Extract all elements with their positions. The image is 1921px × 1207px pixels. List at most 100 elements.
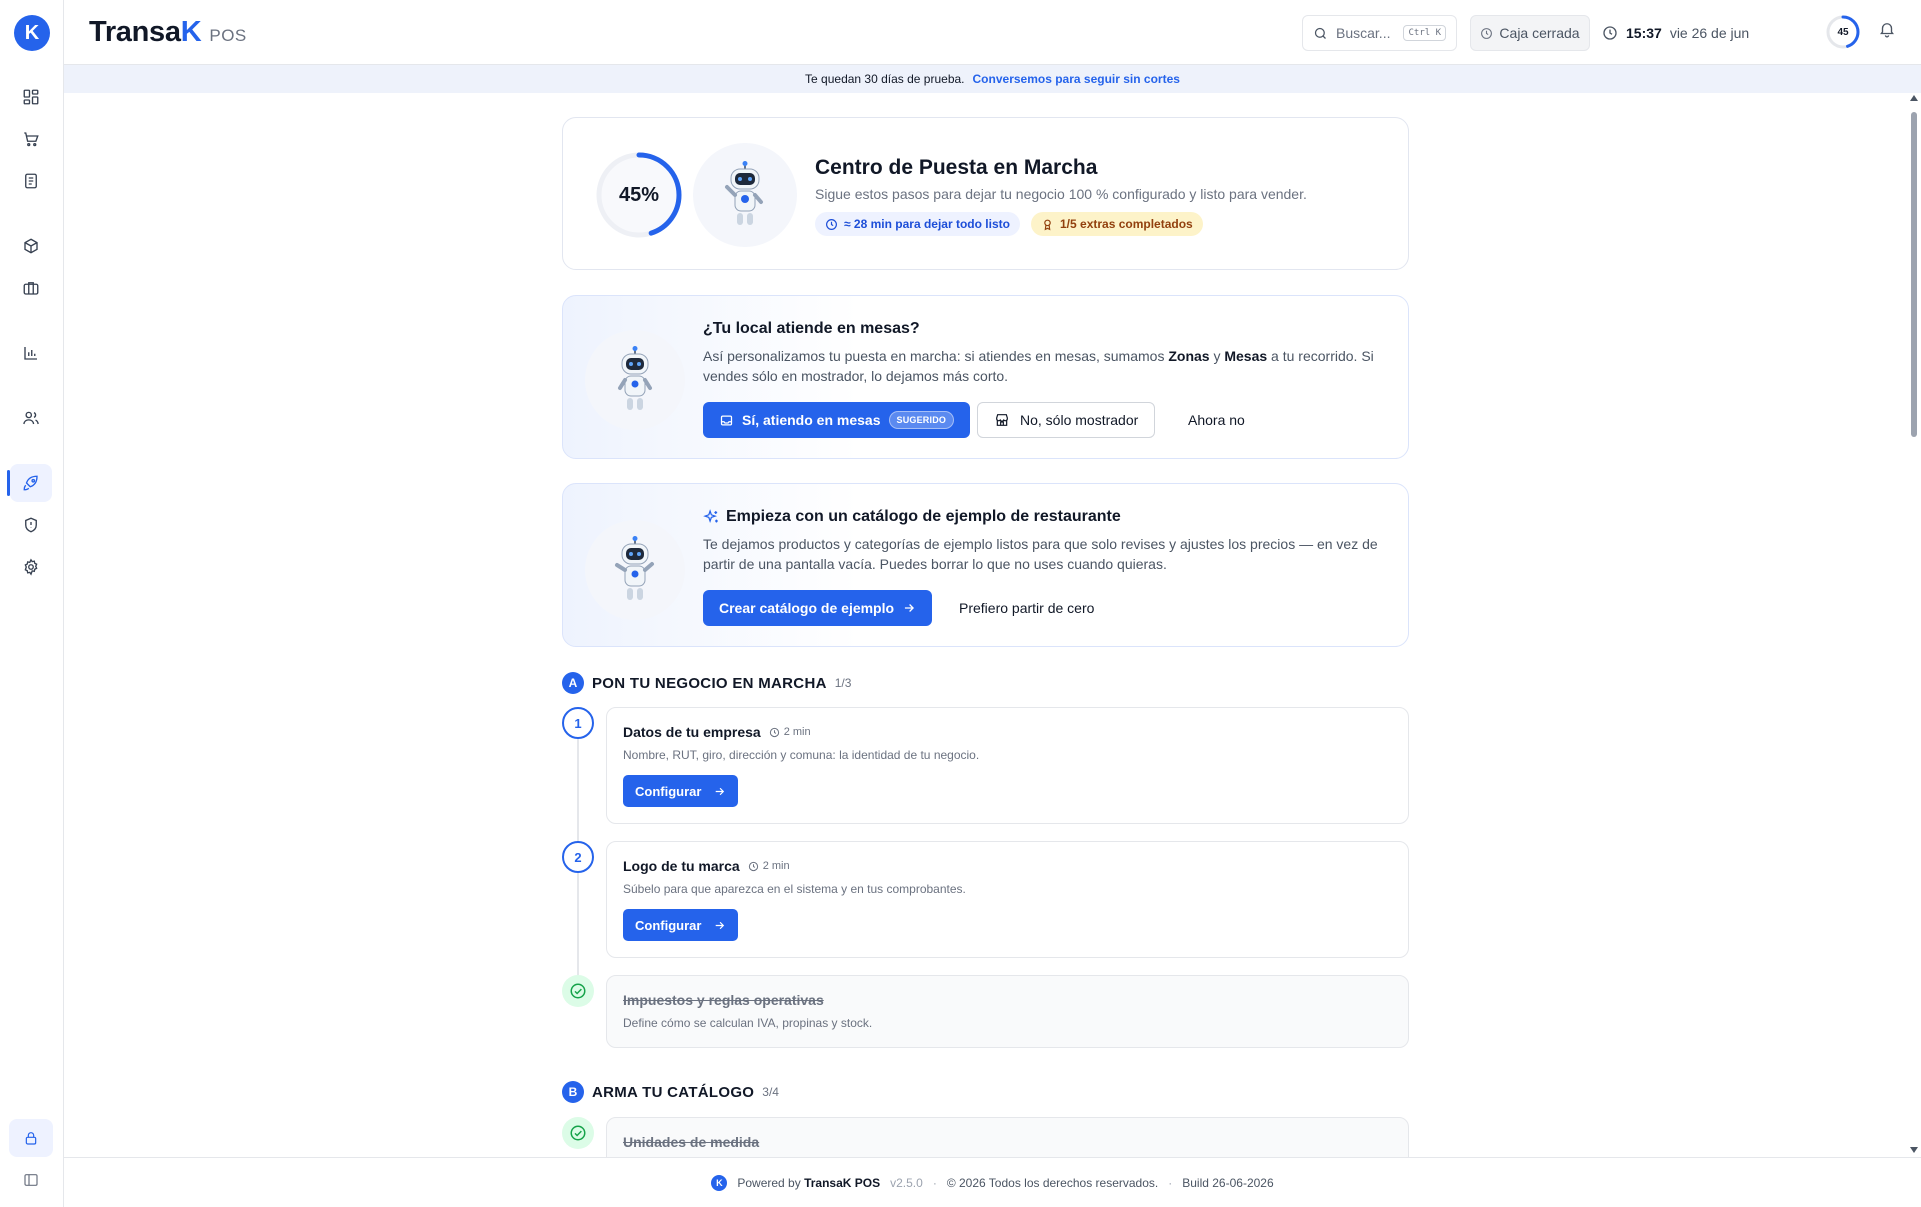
step-title: Impuestos y reglas operativas — [623, 992, 824, 1008]
tray-icon — [719, 413, 734, 428]
main-scrollbar[interactable] — [1907, 93, 1921, 1157]
section-b-count: 3/4 — [762, 1085, 779, 1099]
footer: K Powered by TransaK POS v2.5.0 · © 2026… — [64, 1157, 1921, 1207]
scroll-thumb[interactable] — [1911, 112, 1917, 437]
extras-label: 1/5 extras completados — [1060, 217, 1193, 231]
clock: 15:37 vie 26 de jun — [1602, 15, 1749, 51]
section-a-count: 1/3 — [834, 676, 852, 690]
clock-icon — [748, 861, 759, 872]
hero-subtitle: Sigue estos pasos para dejar tu negocio … — [815, 186, 1307, 202]
time-estimate-label: ≈ 28 min para dejar todo listo — [844, 217, 1010, 231]
step-description: Nombre, RUT, giro, dirección y comuna: l… — [623, 748, 980, 762]
trial-contact-link[interactable]: Conversemos para seguir sin cortes — [973, 72, 1180, 86]
sparkles-icon — [703, 508, 720, 526]
hero-title: Centro de Puesta en Marcha — [815, 156, 1098, 179]
sidebar-item-products[interactable] — [10, 227, 52, 265]
notifications-button[interactable] — [1878, 20, 1896, 38]
robot-icon — [618, 346, 652, 410]
robot-icon — [725, 161, 763, 225]
box-icon — [22, 237, 40, 255]
chart-icon — [22, 344, 40, 362]
topbar: TransaK POS Buscar... Ctrl K Caja cerrad… — [64, 0, 1921, 65]
brand-name: TransaK — [89, 16, 202, 48]
suggested-badge: SUGERIDO — [888, 411, 955, 429]
lock-button[interactable] — [9, 1119, 53, 1157]
extras-badge: 1/5 extras completados — [1031, 212, 1203, 236]
footer-separator: · — [932, 1175, 937, 1190]
step-duration: 2 min — [769, 726, 811, 738]
not-now-button[interactable]: Ahora no — [1180, 402, 1253, 438]
register-status-button[interactable]: Caja cerrada — [1470, 15, 1590, 51]
brand[interactable]: TransaK POS — [89, 16, 247, 49]
check-circle-icon — [569, 1124, 587, 1142]
sidebar-toggle-icon — [23, 1172, 39, 1188]
app-logo[interactable]: K — [14, 15, 50, 51]
step-taxes[interactable]: Impuestos y reglas operativas Define cóm… — [606, 975, 1409, 1048]
configure-logo-button[interactable]: Configurar — [623, 909, 739, 941]
arrow-right-icon — [713, 785, 726, 798]
step-done-taxes — [562, 975, 594, 1007]
start-from-scratch-button[interactable]: Prefiero partir de cero — [951, 590, 1102, 626]
clock-icon — [1602, 25, 1618, 41]
footer-powered: Powered by TransaK POS — [737, 1175, 881, 1190]
lock-icon — [23, 1130, 39, 1146]
section-a-title: PON TU NEGOCIO EN MARCHA — [592, 674, 827, 692]
setup-progress-ring[interactable]: 45 — [1825, 14, 1861, 50]
circle-clock-icon — [1480, 27, 1493, 40]
footer-build: Build 26-06-2026 — [1182, 1175, 1274, 1190]
step-title-row: Impuestos y reglas operativas — [623, 992, 824, 1008]
section-a-header: A PON TU NEGOCIO EN MARCHA 1/3 — [562, 672, 851, 694]
hero-progress-ring: 45% — [593, 149, 685, 241]
sidebar-item-users[interactable] — [10, 399, 52, 437]
search-input[interactable]: Buscar... Ctrl K — [1302, 15, 1457, 51]
store-icon — [994, 412, 1010, 428]
sidebar-item-dashboard[interactable] — [10, 78, 52, 116]
arrow-right-icon — [713, 919, 726, 932]
robot-mascot-tables — [585, 330, 685, 430]
sample-catalog-description: Te dejamos productos y categorías de eje… — [703, 536, 1378, 572]
configure-label: Configurar — [635, 783, 702, 799]
yes-tables-button[interactable]: Sí, atiendo en mesas SUGERIDO — [703, 402, 971, 438]
sample-catalog-title: Empieza con un catálogo de ejemplo de re… — [726, 508, 1121, 525]
clock-time: 15:37 — [1626, 25, 1662, 41]
sidebar-item-onboarding[interactable] — [7, 464, 52, 502]
sidebar-item-security[interactable] — [10, 506, 52, 544]
scroll-up-arrow-icon[interactable] — [1910, 95, 1918, 101]
step-number-2: 2 — [562, 841, 594, 873]
step-title: Logo de tu marca — [623, 858, 740, 874]
step-number-1: 1 — [562, 707, 594, 739]
users-icon — [22, 409, 40, 427]
configure-company-button[interactable]: Configurar — [623, 775, 739, 807]
step-title: Unidades de medida — [623, 1134, 760, 1150]
document-icon — [22, 172, 40, 190]
yes-tables-label: Sí, atiendo en mesas — [742, 412, 881, 428]
step-brand-logo: Logo de tu marca 2 min Súbelo para que a… — [606, 841, 1409, 958]
step-duration: 2 min — [748, 860, 790, 872]
create-sample-catalog-button[interactable]: Crear catálogo de ejemplo — [703, 590, 933, 626]
collapse-sidebar-button[interactable] — [10, 1161, 52, 1199]
step-title-row: Datos de tu empresa 2 min — [623, 724, 811, 740]
sidebar-item-sales[interactable] — [10, 120, 52, 158]
time-estimate-badge: ≈ 28 min para dejar todo listo — [815, 212, 1020, 236]
counter-only-button[interactable]: No, sólo mostrador — [977, 402, 1156, 438]
setup-progress-value: 45 — [1837, 26, 1849, 38]
sidebar-item-inventory[interactable] — [10, 269, 52, 307]
table-service-description: Así personalizamos tu puesta en marcha: … — [703, 348, 1374, 384]
create-sample-label: Crear catálogo de ejemplo — [719, 600, 895, 616]
sidebar-item-reports[interactable] — [10, 334, 52, 372]
counter-only-label: No, sólo mostrador — [1020, 412, 1139, 428]
clock-icon — [825, 218, 838, 231]
step-company-data: Datos de tu empresa 2 min Nombre, RUT, g… — [606, 707, 1409, 824]
cart-icon — [22, 130, 40, 148]
sidebar-item-documents[interactable] — [10, 162, 52, 200]
sidebar-item-settings[interactable] — [10, 548, 52, 586]
scroll-down-arrow-icon[interactable] — [1910, 1147, 1918, 1153]
rocket-icon — [22, 474, 40, 492]
table-service-question: ¿Tu local atiende en mesas? — [703, 320, 920, 337]
award-icon — [1041, 218, 1054, 231]
robot-mascot-hero — [693, 143, 797, 247]
dashboard-icon — [22, 88, 40, 106]
sample-catalog-title-row: Empieza con un catálogo de ejemplo de re… — [703, 508, 1121, 526]
step-description: Súbelo para que aparezca en el sistema y… — [623, 882, 966, 896]
search-placeholder: Buscar... — [1336, 25, 1391, 41]
